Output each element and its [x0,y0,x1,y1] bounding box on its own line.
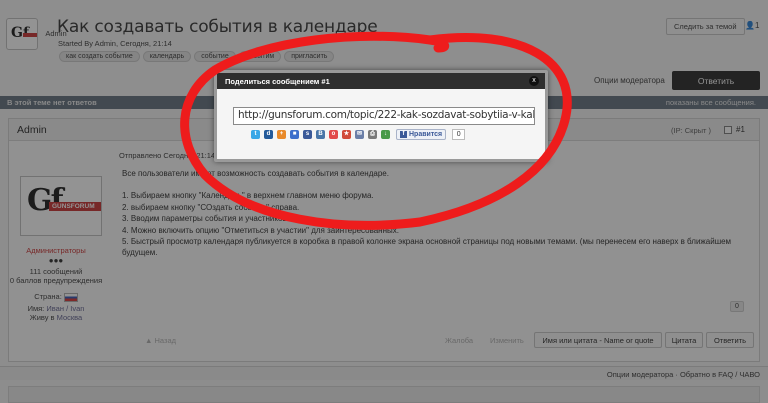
buzz-icon[interactable]: ★ [342,130,351,139]
mail-icon[interactable]: ✉ [355,130,364,139]
close-icon[interactable]: x [529,76,539,86]
like-count: 0 [452,129,466,140]
modal-overlay[interactable] [0,0,768,403]
vkontakte-icon[interactable]: В [316,130,325,139]
share-icon[interactable]: + [277,130,286,139]
stumbleupon-icon[interactable]: s [303,130,312,139]
twitter-icon[interactable]: t [251,130,260,139]
print-icon[interactable]: ⎙ [368,130,377,139]
odnoklassniki-icon[interactable]: о [329,130,338,139]
delicious-icon[interactable]: ■ [290,130,299,139]
dialog-title: Поделиться сообщением #1 [217,73,545,89]
share-url-field[interactable]: http://gunsforum.com/topic/222-kak-sozda… [233,107,535,125]
download-icon[interactable]: ↓ [381,130,390,139]
share-post-dialog: Поделиться сообщением #1 x http://gunsfo… [214,70,548,162]
facebook-like-button[interactable]: f Нравится [396,129,447,140]
facebook-icon: f [400,131,407,138]
digg-icon[interactable]: d [264,130,273,139]
share-icons: t d + ■ s В о ★ ✉ ⎙ ↓ f Нравится 0 [251,129,466,140]
